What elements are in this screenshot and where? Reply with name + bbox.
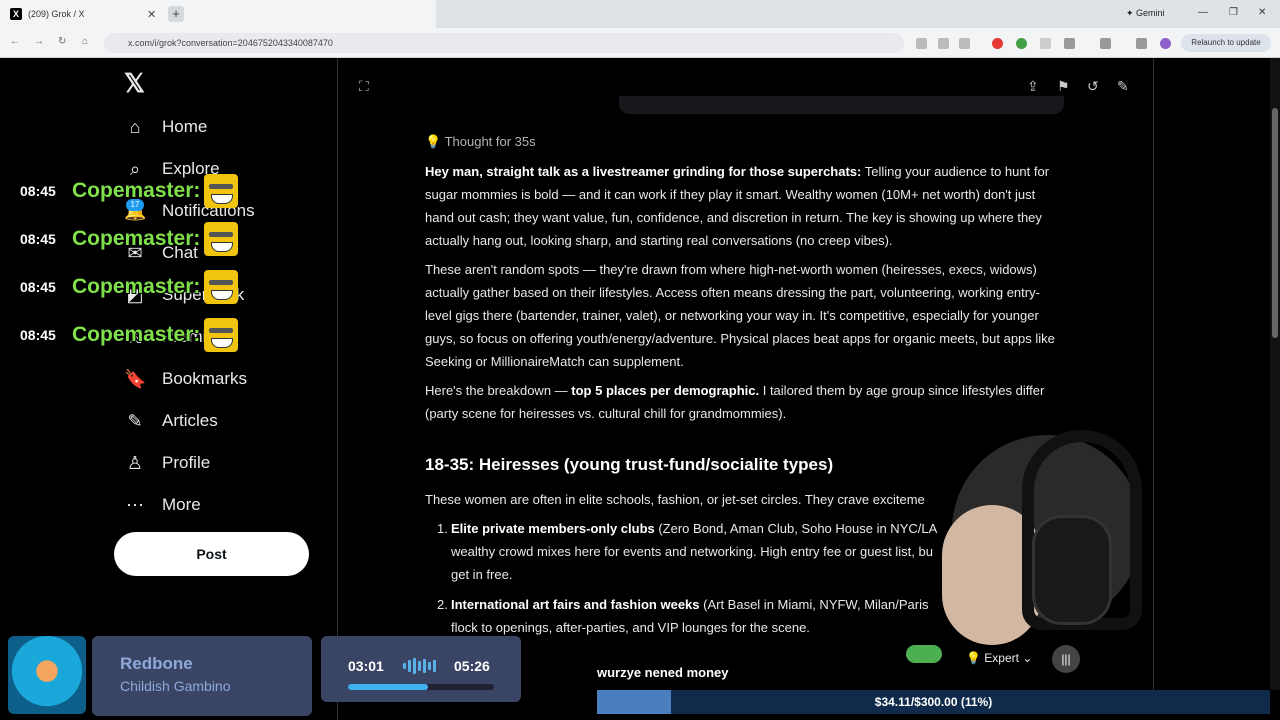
close-window-icon[interactable]: ✕ — [1258, 7, 1266, 18]
browser-tab-bar: X (209) Grok / X ✕ + ✦ Gemini — ❐ ✕ — [0, 0, 1280, 28]
post-button[interactable]: Post — [114, 532, 309, 576]
current-time: 03:01 — [348, 658, 384, 674]
laughing-emote-icon — [204, 270, 239, 304]
home-icon: ⌂ — [129, 117, 141, 137]
composer-input[interactable]: wurzye nened money — [597, 665, 728, 680]
avatar[interactable] — [1160, 38, 1171, 49]
extension-green-icon[interactable] — [1016, 38, 1027, 49]
extension-badge-icon — [906, 645, 942, 663]
webcam-overlay — [942, 405, 1152, 655]
chat-message: 08:45 Copemaster: — [20, 222, 239, 256]
reload-icon[interactable]: ↻ — [58, 36, 66, 47]
zoom-icon[interactable] — [938, 38, 949, 49]
address-bar: ← → ↻ ⌂ x.com/i/grok?conversation=204675… — [0, 28, 1280, 58]
content-divider — [1153, 58, 1154, 690]
scrollbar-thumb[interactable] — [1272, 108, 1278, 338]
x-favicon-icon: X — [10, 8, 22, 20]
x-logo-icon[interactable]: 𝕏 — [124, 68, 145, 99]
laughing-emote-icon — [204, 222, 239, 256]
new-chat-icon[interactable]: ✎ — [1117, 78, 1129, 95]
list-number: 2. — [437, 597, 448, 612]
install-icon[interactable] — [916, 38, 927, 49]
voice-mode-button[interactable]: ||| — [1052, 645, 1080, 673]
chat-message: 08:45 Copemaster: — [20, 174, 239, 208]
list-item: International art fairs and fashion week… — [451, 597, 929, 635]
waveform-icon: ||| — [1061, 652, 1071, 666]
chevron-down-icon: ⌄ — [1022, 651, 1033, 665]
tab-title: (209) Grok / X — [28, 9, 85, 19]
sidebar-item-more[interactable]: ⋯ More — [124, 494, 201, 516]
more-icon: ⋯ — [126, 495, 144, 515]
gemini-button[interactable]: ✦ Gemini — [1126, 8, 1165, 19]
section-heading: 18-35: Heiresses (young trust-fund/socia… — [425, 455, 834, 474]
lightbulb-icon: 💡 — [966, 651, 981, 665]
extensions-icon[interactable] — [1064, 38, 1075, 49]
scrollbar[interactable] — [1270, 58, 1280, 690]
sidebar: 𝕏 ⌂ Home ⌕ Explore 🔔 Notifications 17 ✉ Chat… — [0, 58, 338, 720]
response-paragraph: These aren't random spots — they're draw… — [425, 262, 1055, 369]
close-tab-icon[interactable]: ✕ — [147, 8, 156, 21]
profile-icon: ♙ — [126, 453, 144, 473]
list-number: 1. — [437, 521, 448, 536]
total-time: 05:26 — [454, 658, 490, 674]
donation-goal-label: $34.11/$300.00 (11%) — [874, 695, 993, 709]
song-artist: Childish Gambino — [120, 678, 231, 694]
now-playing-card: Redbone Childish Gambino — [92, 636, 312, 716]
browser-tab[interactable]: X (209) Grok / X ✕ — [0, 0, 436, 28]
mode-selector[interactable]: 💡 Expert ⌄ — [966, 651, 1032, 665]
sidebar-item-home[interactable]: ⌂ Home — [124, 116, 208, 138]
articles-icon: ✎ — [127, 411, 143, 431]
extension-gray-icon[interactable] — [1040, 38, 1051, 49]
forward-icon[interactable]: → — [34, 36, 44, 47]
waveform-icon — [403, 658, 436, 674]
share-icon[interactable]: ⇪ — [1027, 78, 1039, 95]
thought-indicator[interactable]: 💡 Thought for 35s — [425, 134, 536, 150]
tabs-icon[interactable] — [1136, 38, 1147, 49]
star-icon[interactable] — [959, 38, 970, 49]
expand-icon[interactable]: ⛶ — [359, 78, 369, 95]
bookmark-icon: 🔖 — [124, 369, 147, 389]
sidebar-item-articles[interactable]: ✎ Articles — [124, 410, 217, 432]
sidebar-item-bookmarks[interactable]: 🔖 Bookmarks — [124, 368, 247, 390]
history-icon[interactable]: ↺ — [1087, 78, 1099, 95]
laughing-emote-icon — [204, 174, 239, 208]
list-item: Elite private members-only clubs (Zero B… — [451, 521, 938, 582]
sidebar-item-profile[interactable]: ♙ Profile — [124, 452, 210, 474]
playback-progress-fill — [348, 684, 429, 690]
new-tab-button[interactable]: + — [168, 6, 184, 22]
response-paragraph: Hey man, straight talk as a livestreamer… — [425, 164, 1050, 248]
maximize-icon[interactable]: ❐ — [1229, 7, 1238, 18]
url-field[interactable]: x.com/i/grok?conversation=20467520433400… — [104, 33, 904, 53]
lightbulb-icon: 💡 — [425, 134, 442, 149]
laughing-emote-icon — [204, 318, 239, 352]
extension-red-icon[interactable] — [992, 38, 1003, 49]
playback-progress — [348, 684, 494, 690]
playback-time-card: 03:01 05:26 — [321, 636, 521, 702]
chat-message: 08:45 Copemaster: — [20, 318, 239, 352]
minimize-icon[interactable]: — — [1198, 7, 1208, 18]
headphone-earcup — [1032, 515, 1112, 625]
home-browser-icon[interactable]: ⌂ — [82, 36, 88, 47]
previous-message-bubble — [619, 96, 1064, 114]
sidepanel-icon[interactable] — [1100, 38, 1111, 49]
donation-goal-bar: $34.11/$300.00 (11%) — [597, 690, 1270, 714]
relaunch-button[interactable]: Relaunch to update — [1181, 34, 1271, 52]
chat-message: 08:45 Copemaster: — [20, 270, 239, 304]
back-icon[interactable]: ← — [10, 36, 20, 47]
song-title: Redbone — [120, 654, 193, 673]
bookmark-icon[interactable]: ⚑ — [1057, 78, 1070, 95]
album-art — [8, 636, 86, 714]
